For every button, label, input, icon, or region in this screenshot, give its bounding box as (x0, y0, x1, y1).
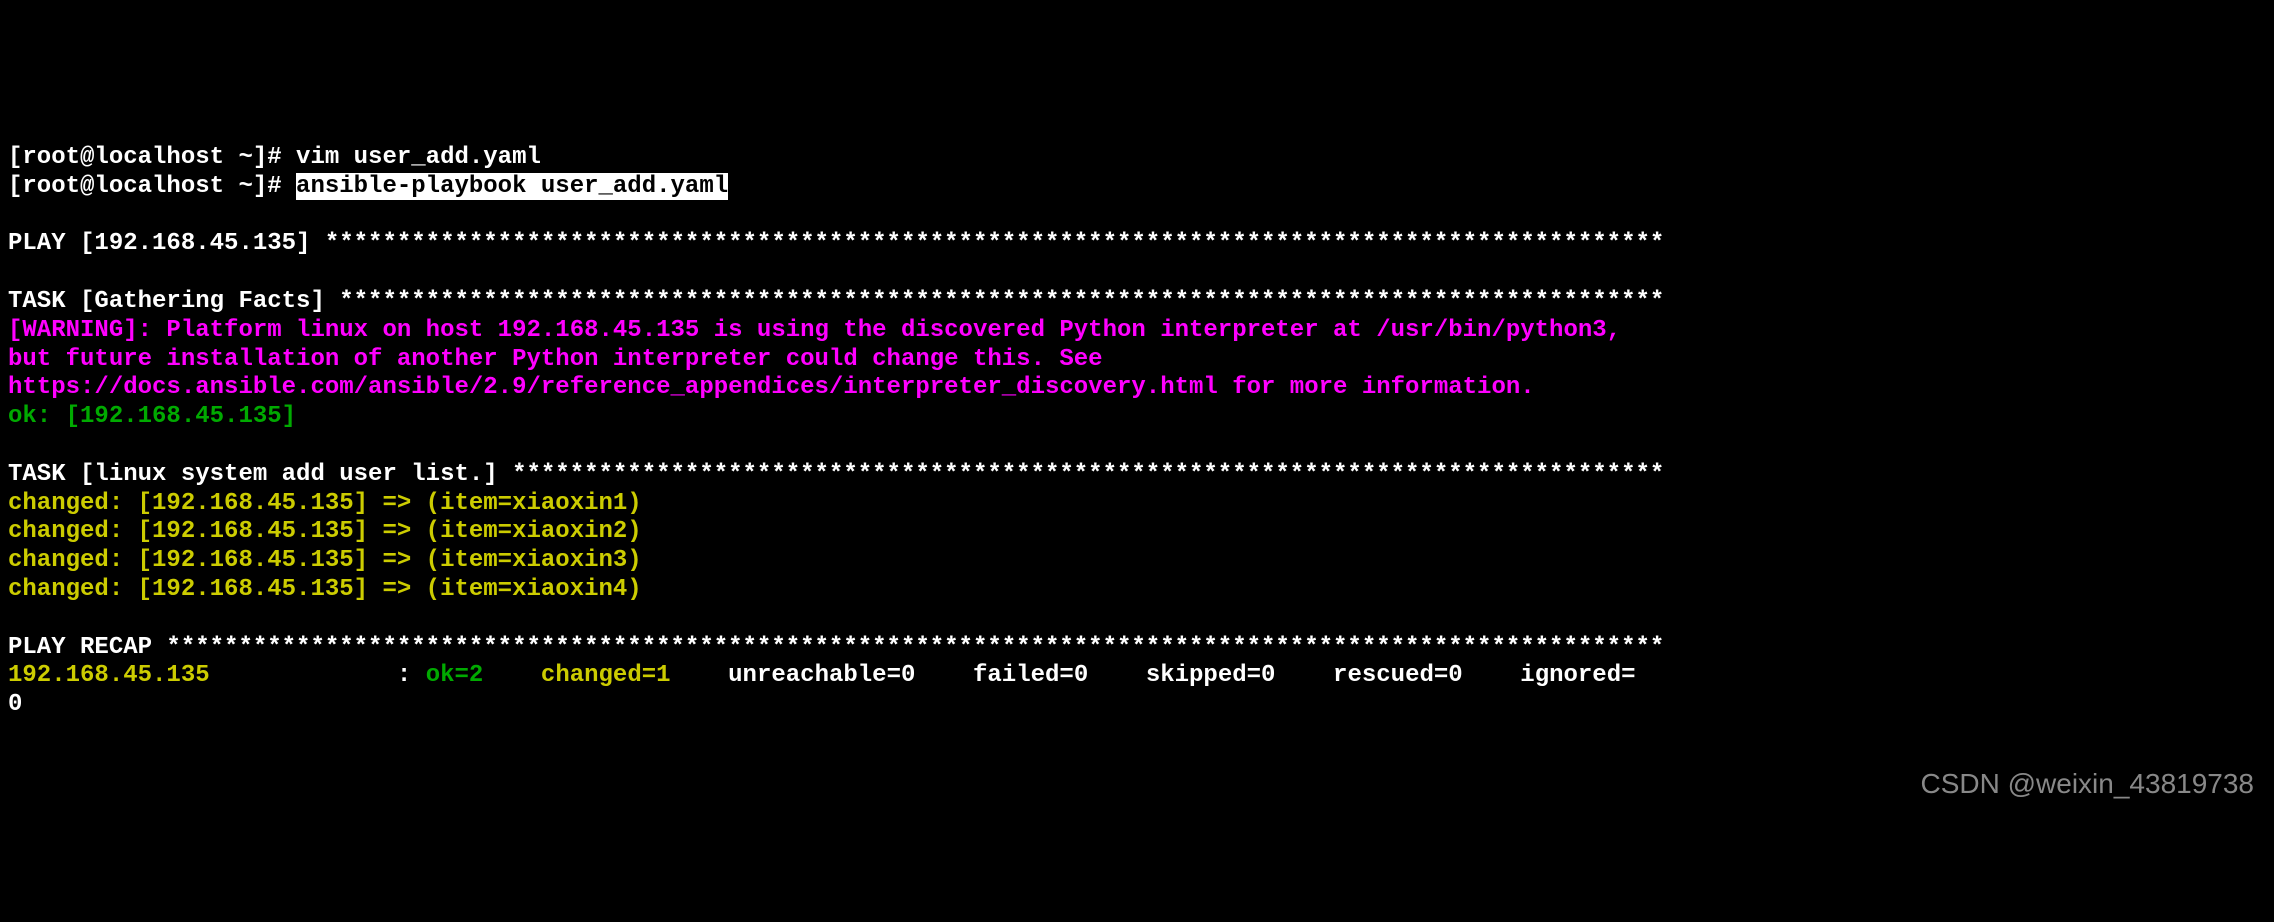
warning-line-1: [WARNING]: Platform linux on host 192.16… (8, 317, 1621, 344)
task-gathering-facts: TASK [Gathering Facts] *****************… (8, 288, 1664, 315)
recap-ok: ok=2 (426, 662, 527, 689)
watermark: CSDN @weixin_43819738 (1921, 767, 2255, 801)
changed-item-1: changed: [192.168.45.135] => (item=xiaox… (8, 490, 642, 517)
warning-line-3: https://docs.ansible.com/ansible/2.9/ref… (8, 374, 1535, 401)
recap-ignored: ignored= (1506, 662, 1636, 689)
prompt-prefix: [root@localhost ~]# (8, 173, 296, 200)
recap-skipped: skipped=0 (1131, 662, 1318, 689)
recap-rescued: rescued=0 (1319, 662, 1506, 689)
warning-line-2: but future installation of another Pytho… (8, 346, 1103, 373)
recap-unreachable: unreachable=0 (714, 662, 959, 689)
changed-item-3: changed: [192.168.45.135] => (item=xiaox… (8, 547, 642, 574)
changed-item-4: changed: [192.168.45.135] => (item=xiaox… (8, 576, 642, 603)
recap-changed: changed=1 (527, 662, 714, 689)
play-header: PLAY [192.168.45.135] ******************… (8, 230, 1664, 257)
play-recap-header: PLAY RECAP *****************************… (8, 634, 1664, 661)
recap-host: 192.168.45.135 (8, 662, 397, 689)
task-add-user: TASK [linux system add user list.] *****… (8, 461, 1664, 488)
prompt-line-prev: [root@localhost ~]# vim user_add.yaml (8, 144, 541, 171)
recap-ignored-value: 0 (8, 691, 22, 718)
recap-colon: : (397, 662, 426, 689)
changed-item-2: changed: [192.168.45.135] => (item=xiaox… (8, 518, 642, 545)
recap-failed: failed=0 (959, 662, 1132, 689)
terminal-output: [root@localhost ~]# vim user_add.yaml [r… (0, 115, 2274, 720)
command-highlighted: ansible-playbook user_add.yaml (296, 173, 728, 200)
ok-status: ok: [192.168.45.135] (8, 403, 296, 430)
